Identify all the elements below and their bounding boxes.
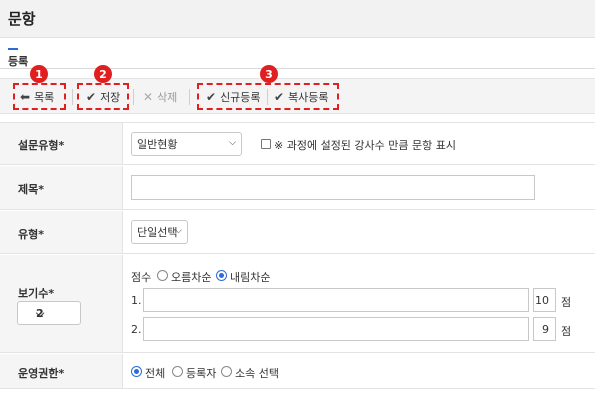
delete-button-label: 삭제 (157, 91, 178, 104)
permission-all-label: 전체 (145, 367, 166, 380)
permission-registrant-label: 등록자 (186, 367, 217, 380)
option-2-score-unit: 점 (561, 325, 572, 338)
permission-department-radio[interactable] (221, 366, 232, 377)
form-row-options: 보기수* 2 ⌵ 점수 오름차순 내림차순 1. 10 점 2. 9 점 (0, 255, 595, 353)
survey-type-select[interactable]: 일반현황 ⌵ (131, 132, 242, 156)
close-icon: ✕ (143, 90, 154, 104)
option-1-text-input[interactable] (143, 288, 529, 312)
order-ascending-radio[interactable] (157, 270, 168, 281)
survey-type-label: 설문유형* (18, 139, 65, 152)
permission-department-label: 소속 선택 (235, 367, 279, 380)
active-tab-indicator (8, 48, 18, 50)
toolbar-separator (72, 89, 73, 105)
permission-label: 운영권한* (18, 367, 65, 380)
form-row-subject: 제목* (0, 166, 595, 210)
chevron-down-icon: ⌵ (175, 226, 182, 236)
form-row-type: 유형* 단일선택 ⌵ (0, 211, 595, 254)
delete-button[interactable]: ✕ 삭제 (143, 87, 177, 107)
order-descending-label: 내림차순 (230, 271, 271, 284)
subject-label: 제목* (18, 183, 44, 196)
option-1-score-input[interactable]: 10 (533, 288, 556, 312)
type-select-value: 단일선택 (137, 226, 178, 239)
form-row-survey-type: 설문유형* 일반현황 ⌵ ※ 과정에 설정된 강사수 만큼 문항 표시 (0, 122, 595, 165)
chevron-down-icon: ⌵ (36, 307, 45, 320)
row-label-cell: 제목* (0, 166, 123, 209)
annotation-frame-3 (197, 83, 339, 110)
annotation-badge-3: 3 (260, 65, 278, 83)
permission-registrant-radio[interactable] (172, 366, 183, 377)
survey-type-value: 일반현황 (137, 138, 178, 151)
annotation-frame-2 (77, 83, 129, 110)
page-title: 문항 (8, 10, 36, 28)
chevron-down-icon: ⌵ (229, 138, 236, 148)
type-label: 유형* (18, 228, 44, 241)
annotation-frame-1 (13, 83, 66, 110)
title-bar: 문항 (0, 0, 595, 38)
type-select[interactable]: 단일선택 ⌵ (131, 220, 188, 244)
form-row-permission: 운영권한* 전체 등록자 소속 선택 (0, 354, 595, 389)
toolbar-separator (189, 89, 190, 105)
options-label: 보기수* (18, 287, 55, 300)
annotation-badge-2: 2 (94, 65, 112, 83)
options-count-select[interactable]: 2 ⌵ (17, 301, 81, 325)
option-1-score-value: 10 (535, 293, 549, 307)
option-2-number: 2. (131, 323, 142, 336)
score-label: 점수 (131, 271, 152, 284)
permission-all-radio[interactable] (131, 366, 142, 377)
order-ascending-label: 오름차순 (171, 271, 212, 284)
row-label-cell: 유형* (0, 211, 123, 253)
instructor-count-checkbox[interactable] (261, 139, 271, 149)
section-divider (0, 68, 595, 69)
order-descending-radio[interactable] (216, 270, 227, 281)
instructor-count-checkbox-label: ※ 과정에 설정된 강사수 만큼 문항 표시 (274, 139, 456, 152)
tab-register-label: 등록 (8, 55, 29, 68)
annotation-badge-1: 1 (30, 65, 48, 83)
subject-input[interactable] (131, 175, 535, 200)
option-2-text-input[interactable] (143, 317, 529, 341)
row-label-cell: 운영권한* (0, 354, 123, 388)
row-label-cell: 보기수* 2 ⌵ (0, 255, 123, 352)
row-label-cell: 설문유형* (0, 123, 123, 164)
toolbar-separator (133, 89, 134, 105)
option-1-score-unit: 점 (561, 296, 572, 309)
tab-register[interactable]: 등록 (8, 48, 29, 69)
option-2-score-value: 9 (542, 322, 549, 336)
option-2-score-input[interactable]: 9 (533, 317, 556, 341)
option-1-number: 1. (131, 294, 142, 307)
